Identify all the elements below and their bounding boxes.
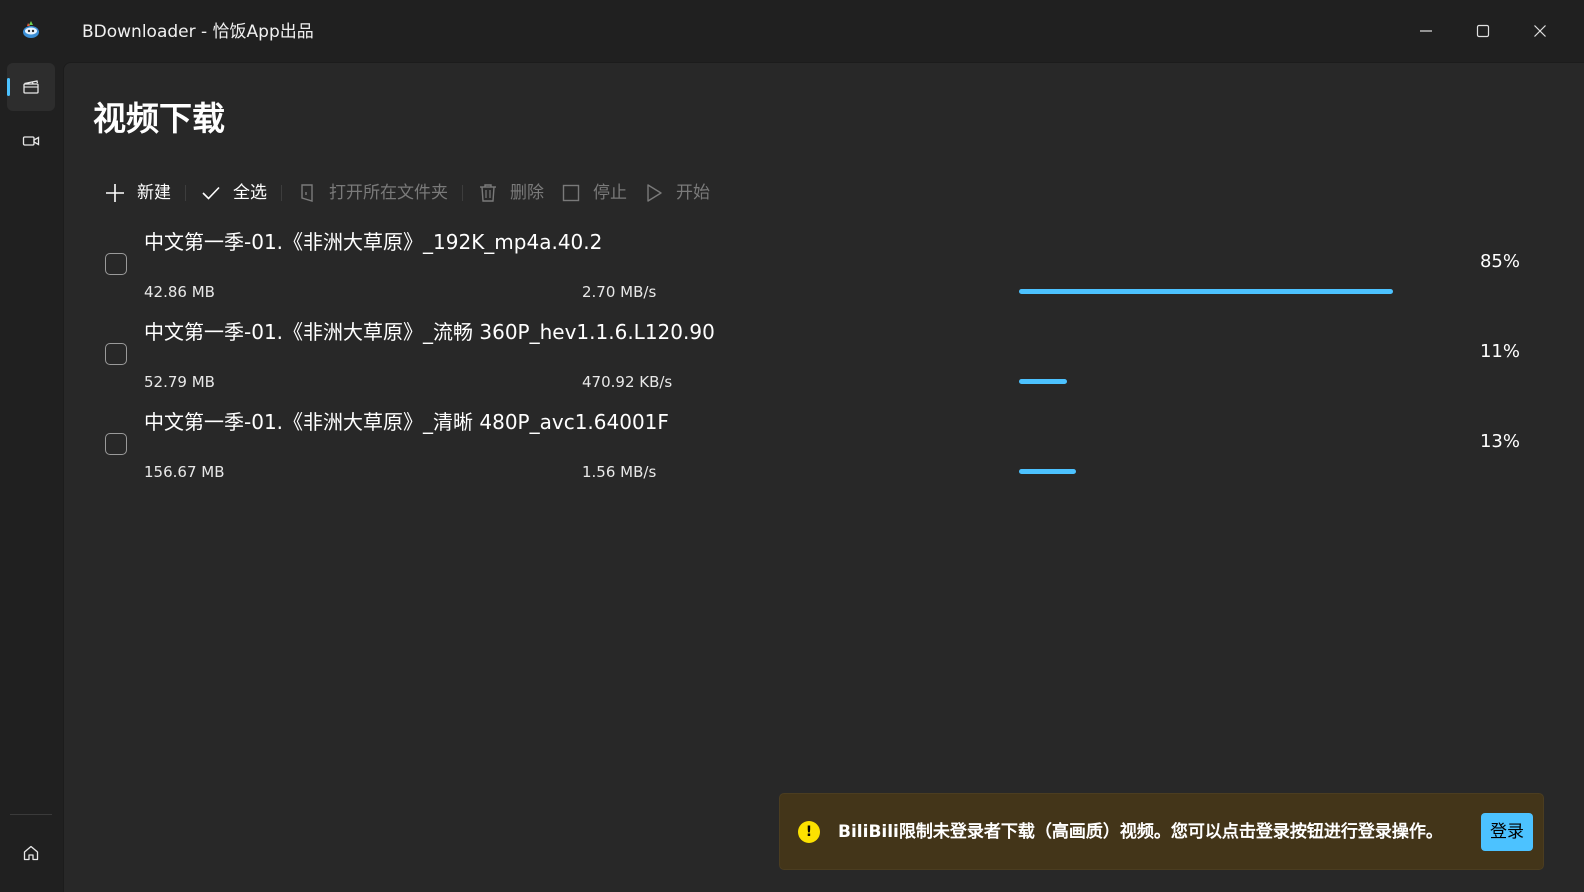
delete-button[interactable]: 删除 [473, 175, 548, 211]
nav-item-video[interactable] [7, 117, 55, 165]
toolbar-separator [462, 185, 463, 201]
command-bar: 新建 全选 打开所在文件夹 删除 停止 开始 [100, 175, 714, 211]
row-checkbox[interactable] [105, 433, 127, 455]
download-row[interactable]: 中文第一季-01.《非洲大草原》_192K_mp4a.40.2 42.86 MB… [92, 228, 1532, 318]
download-size: 52.79 MB [144, 373, 215, 391]
page-title: 视频下载 [93, 99, 225, 138]
login-warning-infobar: ! BiliBili限制未登录者下载（高画质）视频。您可以点击登录按钮进行登录操… [779, 793, 1544, 870]
nav-selection-indicator [7, 78, 10, 96]
stop-button[interactable]: 停止 [556, 175, 631, 211]
close-icon [1534, 25, 1546, 37]
start-button-label: 开始 [676, 183, 710, 203]
open-folder-button[interactable]: 打开所在文件夹 [292, 175, 452, 211]
stop-button-label: 停止 [593, 183, 627, 203]
nav-item-home[interactable] [7, 829, 55, 877]
row-checkbox[interactable] [105, 253, 127, 275]
start-button[interactable]: 开始 [639, 175, 714, 211]
trash-icon [477, 182, 499, 204]
infobar-message: BiliBili限制未登录者下载（高画质）视频。您可以点击登录按钮进行登录操作。 [838, 822, 1443, 842]
download-speed: 2.70 MB/s [582, 283, 657, 301]
progress-fill [1019, 379, 1068, 384]
download-percent: 85% [1479, 251, 1520, 272]
content-pane: 视频下载 新建 全选 打开所在文件夹 删除 停止 开始 中文第一季-01.《非洲… [63, 62, 1584, 892]
toolbar-separator [281, 185, 282, 201]
select-all-button[interactable]: 全选 [196, 175, 271, 211]
download-row[interactable]: 中文第一季-01.《非洲大草原》_流畅 360P_hev1.1.6.L120.9… [92, 318, 1532, 408]
progress-fill [1019, 289, 1393, 294]
open-file-icon [296, 182, 318, 204]
download-percent: 11% [1479, 341, 1520, 362]
download-row[interactable]: 中文第一季-01.《非洲大草原》_清晰 480P_avc1.64001F 156… [92, 408, 1532, 498]
minimize-icon [1420, 30, 1432, 32]
download-speed: 470.92 KB/s [582, 373, 673, 391]
row-checkbox[interactable] [105, 343, 127, 365]
plus-icon [104, 182, 126, 204]
download-title: 中文第一季-01.《非洲大草原》_192K_mp4a.40.2 [144, 230, 603, 254]
open-folder-button-label: 打开所在文件夹 [329, 183, 448, 203]
app-window: BDownloader - 恰饭App出品 视频下载 新建 全选 打开所在文件夹… [0, 0, 1584, 892]
home-icon [23, 845, 39, 861]
minimize-button[interactable] [1410, 15, 1442, 47]
login-button[interactable]: 登录 [1481, 813, 1533, 851]
toolbar-separator [185, 185, 186, 201]
progress-fill [1019, 469, 1077, 474]
select-all-button-label: 全选 [233, 183, 267, 203]
download-progress-bar [1019, 469, 1459, 474]
download-title: 中文第一季-01.《非洲大草原》_清晰 480P_avc1.64001F [144, 410, 669, 434]
download-progress-bar [1019, 289, 1459, 294]
clapperboard-icon [23, 80, 39, 94]
download-speed: 1.56 MB/s [582, 463, 657, 481]
download-percent: 13% [1479, 431, 1520, 452]
maximize-icon [1476, 24, 1490, 38]
app-logo-icon [20, 19, 42, 41]
title-bar[interactable]: BDownloader - 恰饭App出品 [0, 0, 1584, 62]
nav-item-download[interactable] [7, 63, 55, 111]
video-camera-icon [22, 136, 40, 146]
stop-icon [560, 182, 582, 204]
maximize-button[interactable] [1467, 15, 1499, 47]
nav-divider [10, 814, 52, 815]
window-title: BDownloader - 恰饭App出品 [82, 22, 314, 42]
warning-icon: ! [798, 821, 820, 843]
download-progress-bar [1019, 379, 1459, 384]
download-title: 中文第一季-01.《非洲大草原》_流畅 360P_hev1.1.6.L120.9… [144, 320, 715, 344]
download-size: 156.67 MB [144, 463, 225, 481]
download-size: 42.86 MB [144, 283, 215, 301]
delete-button-label: 删除 [510, 183, 544, 203]
play-icon [643, 182, 665, 204]
checkmark-icon [200, 182, 222, 204]
new-button[interactable]: 新建 [100, 175, 175, 211]
close-button[interactable] [1524, 15, 1556, 47]
new-button-label: 新建 [137, 183, 171, 203]
